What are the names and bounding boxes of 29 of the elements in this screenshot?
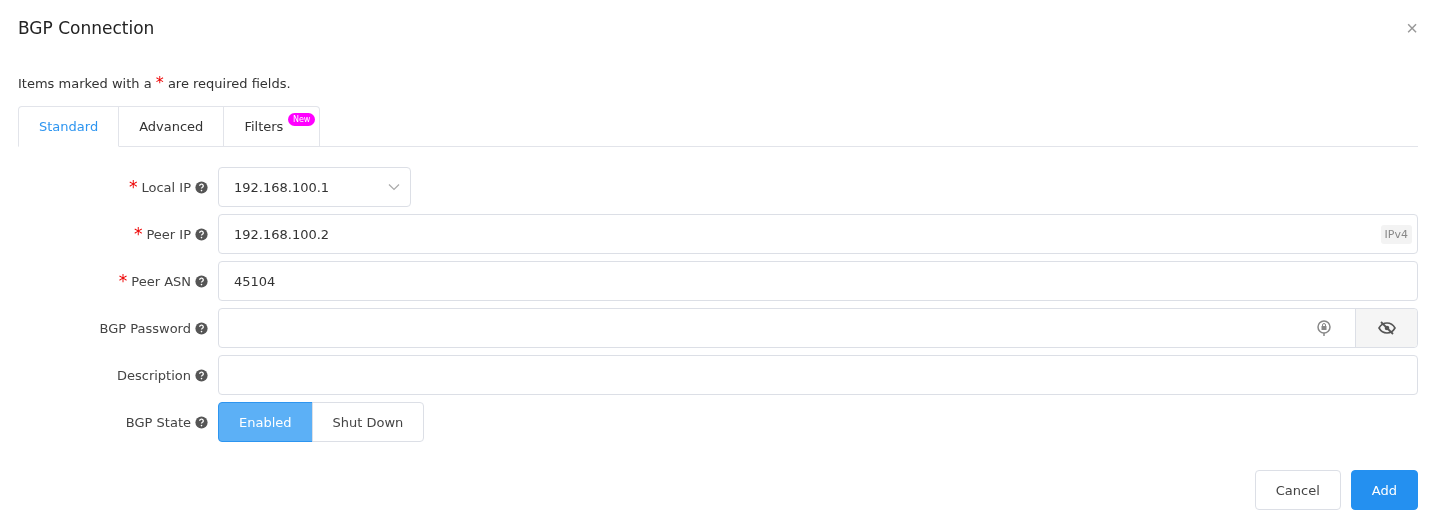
dialog-title: BGP Connection [18,18,155,38]
tab[interactable]: Advanced [119,106,225,147]
tab[interactable]: Filters New [224,106,321,147]
help-icon [195,368,208,382]
input-field[interactable]: 192.168.100.2 IPv4 [218,214,1418,254]
field-label: Description [116,367,208,383]
show-password-button[interactable] [1355,309,1417,347]
field-label: * Local IP [129,178,208,196]
password-field[interactable] [218,308,1418,348]
required-note: Items marked with a * are required fields. [18,73,292,92]
field-label: * Peer IP [133,225,208,243]
state-option[interactable]: Shut Down [311,402,425,442]
field-label: BGP Password [99,320,208,336]
new-badge: New [287,113,316,126]
ip-select[interactable]: 192.168.100.1 [218,167,411,207]
help-icon [195,415,208,429]
chevron-down-icon [388,183,400,191]
cancel-button[interactable]: Cancel [1254,470,1341,510]
eye-slash-icon [1377,321,1396,335]
help-icon [195,180,208,194]
help-icon [195,321,208,335]
ipv4-tag: IPv4 [1380,224,1412,244]
key-lock-icon [1317,320,1331,336]
field-label: * Peer ASN [118,272,208,290]
field-label: BGP State [125,414,208,430]
help-icon [195,227,208,241]
input-field[interactable]: 45104 [218,261,1418,301]
help-icon [195,274,208,288]
input-field[interactable] [218,355,1418,395]
